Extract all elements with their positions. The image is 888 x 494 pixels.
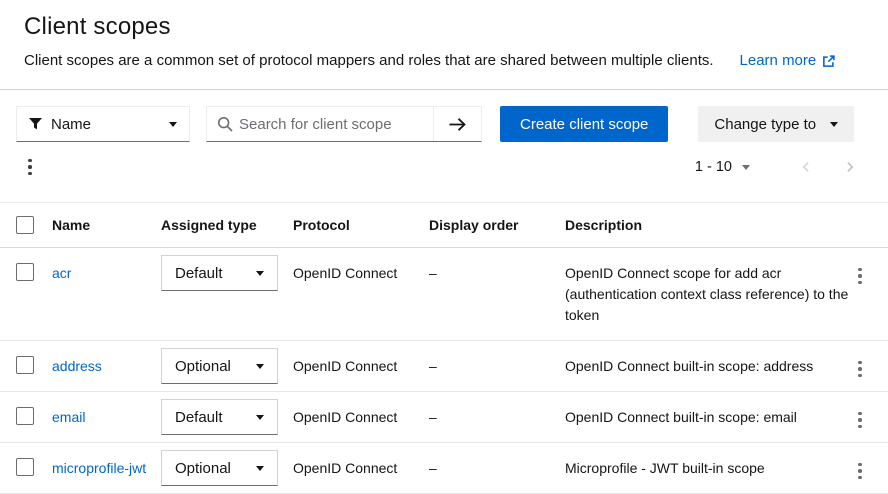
change-type-label: Change type to (714, 116, 816, 133)
display-order-cell: – (429, 392, 565, 442)
row-checkbox[interactable] (16, 407, 34, 425)
caret-down-icon (830, 122, 838, 127)
assigned-type-select[interactable]: Default (161, 399, 278, 435)
kebab-icon (858, 463, 862, 480)
scope-name-link[interactable]: microprofile-jwt (52, 458, 146, 479)
assigned-type-select[interactable]: Default (161, 255, 278, 291)
row-actions-kebab-button[interactable] (852, 264, 868, 289)
filter-icon (29, 118, 42, 130)
row-checkbox[interactable] (16, 458, 34, 476)
pagination: 1 - 10 (695, 154, 872, 180)
scope-name-link[interactable]: address (52, 356, 102, 377)
assigned-type-value: Default (175, 265, 223, 282)
column-header-description: Description (565, 203, 850, 247)
client-scopes-table: Name Assigned type Protocol Display orde… (0, 202, 888, 494)
description-cell: OpenID Connect scope for add acr (authen… (565, 248, 850, 340)
kebab-icon (858, 268, 862, 285)
caret-down-icon (742, 165, 750, 170)
page-title: Client scopes (24, 12, 864, 42)
row-actions-kebab-button[interactable] (852, 459, 868, 484)
assigned-type-value: Default (175, 409, 223, 426)
previous-page-button[interactable] (784, 154, 828, 180)
description-cell: OpenID Connect built-in scope: email (565, 392, 850, 442)
search-icon (217, 116, 233, 132)
protocol-cell: OpenID Connect (293, 392, 429, 442)
learn-more-link[interactable]: Learn more (740, 50, 836, 71)
row-checkbox[interactable] (16, 263, 34, 281)
pagination-range-dropdown[interactable]: 1 - 10 (695, 159, 750, 175)
caret-down-icon (256, 415, 264, 420)
change-type-dropdown[interactable]: Change type to (698, 106, 854, 142)
caret-down-icon (169, 122, 177, 127)
assigned-type-value: Optional (175, 358, 231, 375)
kebab-icon (858, 361, 862, 378)
table-row: address Optional OpenID Connect – OpenID… (0, 341, 888, 392)
assigned-type-select[interactable]: Optional (161, 348, 278, 384)
protocol-cell: OpenID Connect (293, 248, 429, 340)
arrow-right-icon (448, 117, 467, 132)
table-row: email Default OpenID Connect – OpenID Co… (0, 392, 888, 443)
kebab-icon (28, 159, 32, 176)
page-description: Client scopes are a common set of protoc… (24, 50, 714, 71)
scope-name-link[interactable]: email (52, 407, 85, 428)
chevron-left-icon (799, 160, 813, 174)
pagination-range: 1 - 10 (695, 159, 732, 175)
scope-name-link[interactable]: acr (52, 263, 71, 284)
table-header-row: Name Assigned type Protocol Display orde… (0, 203, 888, 248)
search-input[interactable] (233, 107, 433, 141)
protocol-cell: OpenID Connect (293, 443, 429, 493)
page-header: Client scopes Client scopes are a common… (0, 0, 888, 90)
chevron-right-icon (843, 160, 857, 174)
assigned-type-select[interactable]: Optional (161, 450, 278, 486)
description-cell: Microprofile - JWT built-in scope (565, 443, 850, 493)
display-order-cell: – (429, 443, 565, 493)
column-header-display-order: Display order (429, 203, 565, 247)
next-page-button[interactable] (828, 154, 872, 180)
filter-type-label: Name (51, 116, 91, 133)
column-header-assigned-type: Assigned type (161, 203, 293, 247)
row-actions-kebab-button[interactable] (852, 357, 868, 382)
search-group (206, 106, 482, 142)
description-cell: OpenID Connect built-in scope: address (565, 341, 850, 391)
column-header-name: Name (52, 203, 161, 247)
table-toolbar: Name Create client scope Change type to (0, 90, 888, 180)
row-checkbox[interactable] (16, 356, 34, 374)
table-row: microprofile-jwt Optional OpenID Connect… (0, 443, 888, 494)
table-row: acr Default OpenID Connect – OpenID Conn… (0, 248, 888, 341)
display-order-cell: – (429, 341, 565, 391)
caret-down-icon (256, 466, 264, 471)
caret-down-icon (256, 271, 264, 276)
protocol-cell: OpenID Connect (293, 341, 429, 391)
row-actions-kebab-button[interactable] (852, 408, 868, 433)
select-all-checkbox[interactable] (16, 216, 34, 234)
column-header-protocol: Protocol (293, 203, 429, 247)
filter-type-select[interactable]: Name (16, 106, 190, 142)
learn-more-label: Learn more (740, 50, 817, 71)
display-order-cell: – (429, 248, 565, 340)
external-link-icon (822, 55, 835, 68)
assigned-type-value: Optional (175, 460, 231, 477)
search-submit-button[interactable] (433, 107, 481, 141)
kebab-icon (858, 412, 862, 429)
toolbar-kebab-button[interactable] (18, 155, 42, 180)
caret-down-icon (256, 364, 264, 369)
create-client-scope-button[interactable]: Create client scope (500, 106, 668, 142)
